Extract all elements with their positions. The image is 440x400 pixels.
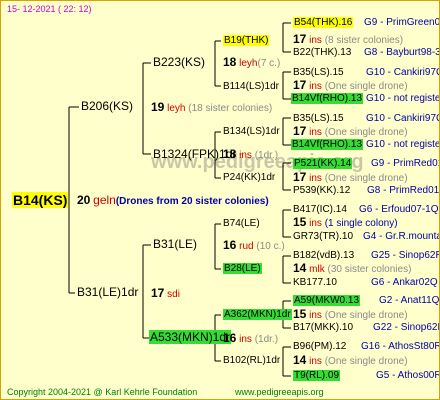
gen4-id-b22: G8 - Bayburt98-3 bbox=[364, 47, 440, 58]
gen3-node-a362: A362(MKN)1dr bbox=[223, 309, 292, 320]
gen1-node-b31-1dr: B31(LE)1dr bbox=[77, 285, 139, 299]
gen4-id-b182: G25 - Sinop62R bbox=[371, 250, 440, 261]
gen4-id-t9: G5 - Athos00R bbox=[376, 370, 440, 381]
root-info: 20 geln(Drones from 20 sister colonies) bbox=[77, 193, 269, 208]
gen3-node-b74: B74(LE) bbox=[223, 218, 260, 229]
gen2-node-b31: B31(LE) bbox=[153, 237, 198, 251]
gen3-node-b102: B102(RL)1dr bbox=[223, 355, 281, 366]
pedigree-chart: www.pedigreeapis.org 15- 12-2021 (22: 1… bbox=[0, 0, 440, 400]
gen3-info-b102: 14 ins (One single drone) bbox=[293, 353, 408, 368]
gen3-info-b114: 17 ins (One single drone) bbox=[293, 78, 408, 93]
gen4-id-kb177: G6 - Ankar02Q bbox=[371, 277, 438, 288]
gen4-label-b14vf-b: B14Vf(RHO).13 bbox=[291, 139, 364, 150]
gen4-id-b417: G6 - Erfoud07-1Q bbox=[359, 204, 439, 215]
gen4-id-b35-b: G10 - Cankiri97Q bbox=[366, 113, 440, 124]
gen4-id-p521: G9 - PrimRed01 bbox=[371, 158, 440, 169]
gen4-id-b54: G9 - PrimGreen00 bbox=[364, 17, 440, 28]
gen1-node-b206: B206(KS) bbox=[81, 99, 134, 113]
gen2-info-b31: 16 rud (10 c.) bbox=[223, 238, 285, 253]
gen4-label-b96: B96(PM).12 bbox=[293, 341, 347, 352]
gen3-info-b28: 14 mlk (30 sister colonies) bbox=[293, 261, 412, 276]
gen4-label-b417: B417(IC).14 bbox=[293, 204, 347, 215]
gen3-node-b28: B28(LE) bbox=[223, 263, 262, 274]
gen2-node-a533: A533(MKN)1dr bbox=[149, 330, 232, 344]
gen3-info-b74: 15 ins (1 single colony) bbox=[293, 215, 398, 230]
gen2-info-b1324: 18 ins (1dr.) bbox=[223, 147, 279, 162]
gen4-id-gr73: G4 - Gr.R.mounta bbox=[363, 231, 440, 242]
gen4-label-b35-b: B35(LS).15 bbox=[293, 113, 344, 124]
report-date: 15- 12-2021 ( 22: 12) bbox=[7, 4, 92, 14]
gen4-id-a59: G2 - Anat11Q bbox=[379, 295, 440, 306]
gen4-id-b14vf-b: G10 - not registe bbox=[366, 139, 440, 150]
gen4-label-kb177: KB177.10 bbox=[293, 277, 337, 288]
root-label: B14(KS) bbox=[12, 192, 69, 208]
gen2-info-b223: 18 leyh(7 c.) bbox=[223, 55, 281, 70]
gen4-label-b14vf-a: B14Vf(RHO).13 bbox=[291, 93, 364, 104]
gen4-info-b19: 17 ins (8 sister colonies) bbox=[293, 32, 404, 47]
gen2-info-a533: 16 ins (1dr.) bbox=[223, 331, 279, 346]
footer-url[interactable]: www.pedigreeapis.org bbox=[235, 386, 324, 399]
gen3-node-p24: P24(KK)1dr bbox=[223, 172, 276, 183]
gen2-node-b223: B223(KS) bbox=[153, 55, 206, 69]
gen1-info-b31-1dr: 17 sdi bbox=[151, 286, 180, 301]
gen3-info-p24: 17 ins (One single drone) bbox=[293, 170, 408, 185]
gen3-info-a362: 15 ins (One single drone) bbox=[293, 307, 408, 322]
gen4-label-b35-a: B35(LS).15 bbox=[293, 67, 344, 78]
gen4-label-b17: B17(MKK).10 bbox=[293, 322, 354, 333]
footer-copyright: Copyright 2004-2021 @ Karl Kehrle Founda… bbox=[7, 387, 198, 397]
gen4-label-t9: T9(RL).09 bbox=[293, 370, 341, 381]
gen3-info-b134: 17 ins (One single drone) bbox=[293, 124, 408, 139]
gen4-label-b182: B182(vdB).13 bbox=[293, 250, 355, 261]
gen4-label-a59: A59(MKW0.13 bbox=[293, 295, 361, 306]
gen1-info-b206: 19 leyh (18 sister colonies) bbox=[151, 100, 273, 115]
gen4-id-p539: G8 - PrimRed01 bbox=[367, 185, 440, 196]
root-node: B14(KS) bbox=[12, 192, 69, 209]
gen4-label-b54: B54(THK).16 bbox=[293, 17, 354, 28]
gen4-label-p539: P539(KK).12 bbox=[293, 185, 351, 196]
gen3-node-b114: B114(LS)1dr bbox=[223, 81, 279, 92]
gen4-id-b17: G22 - Sinop62R bbox=[373, 322, 440, 333]
gen4-label-p521: P521(KK).14 bbox=[293, 158, 353, 169]
gen4-label-gr73: GR73(TR).10 bbox=[293, 231, 354, 242]
gen4-id-b96: G16 - AthosSt80R bbox=[361, 341, 440, 352]
gen4-label-b22: B22(THK).13 bbox=[293, 47, 352, 58]
gen4-id-b14vf-a: G10 - not registe bbox=[366, 93, 440, 104]
gen4-id-b35-a: G10 - Cankiri97Q bbox=[366, 67, 440, 78]
gen3-node-b19: B19(THK) bbox=[223, 35, 270, 46]
gen3-node-b134: B134(LS)1dr bbox=[223, 126, 280, 137]
